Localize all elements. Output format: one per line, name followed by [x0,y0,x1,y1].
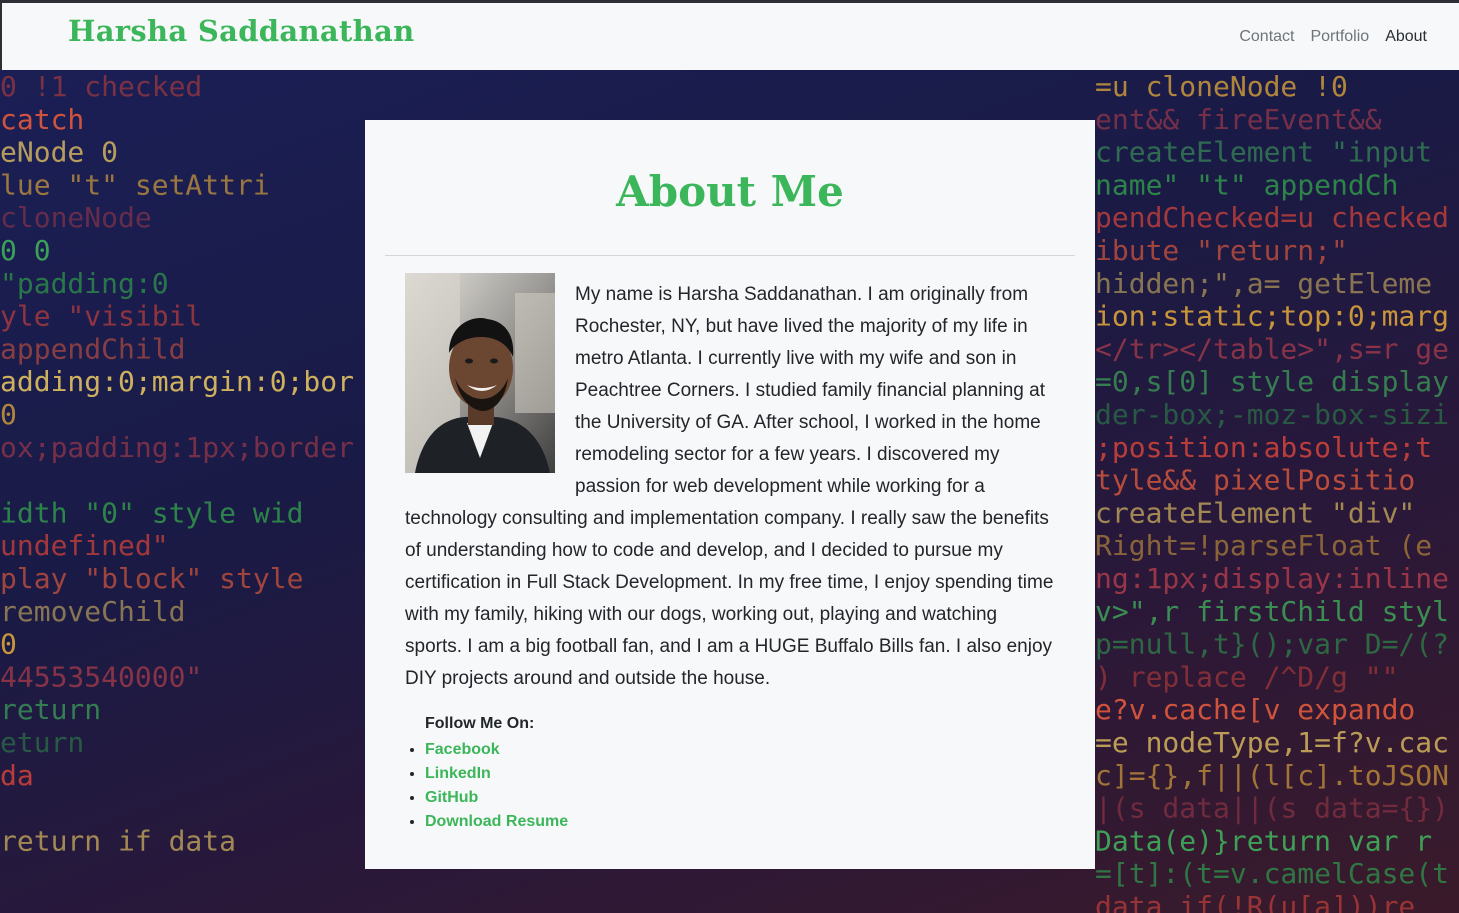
code-background-line: eturn [0,726,84,759]
code-background-line: =e nodeType,1=f?v.cac [1095,726,1449,759]
code-background-line: ent&& fireEvent&& [1095,103,1382,136]
list-item: LinkedIn [425,762,568,786]
list-item: Download Resume [425,810,568,834]
title-divider [385,255,1075,256]
nav-links: Contact Portfolio About [1231,28,1435,46]
code-background-line: v>",r firstChild styl [1095,595,1449,628]
code-background-line: catch [0,103,84,136]
code-background-line: createElement "div" [1095,496,1415,529]
bio-paragraph: My name is Harsha Saddanathan. I am orig… [405,279,1055,695]
code-background-line: =[t]:(t=v.camelCase(t [1095,857,1449,890]
code-background-line: p=null,t}();var D=/(? [1095,628,1449,661]
code-background-line: ) replace /^D/g "" [1095,660,1398,693]
code-background-line: undefined" [0,529,169,562]
about-card: About Me My name is Harsha Saddanathan. … [365,120,1095,869]
code-background-line: idth "0" style wid [0,496,303,529]
code-background-line: hidden;",a= getEleme [1095,267,1432,300]
code-background-line: pendChecked=u checked [1095,201,1449,234]
code-background-line: </tr></table>",s=r ge [1095,332,1449,365]
code-background-line: appendChild [0,332,185,365]
linkedin-link[interactable]: LinkedIn [425,765,491,782]
code-background-line: =u cloneNode !0 [1095,70,1348,103]
code-background-line: Data(e)}return var r [1095,824,1432,857]
code-background-line: return [0,693,101,726]
code-background-line: yle "visibil [0,300,202,333]
code-background-line: =0,s[0] style display [1095,365,1449,398]
code-background-line: ox;padding:1px;border [0,431,354,464]
code-background-line: ibute "return;" [1095,234,1348,267]
code-background-line: 0 0 [0,234,51,267]
code-background-line: ng:1px;display:inline [1095,562,1449,595]
code-background-line: der-box;-moz-box-sizi [1095,398,1449,431]
nav-portfolio-link[interactable]: Portfolio [1302,28,1377,46]
photo-spacer [405,279,575,497]
facebook-link[interactable]: Facebook [425,741,500,758]
code-background-line: play "block" style [0,562,303,595]
code-background-line: 0 !1 checked [0,70,202,103]
follow-title: Follow Me On: [425,715,535,732]
code-background-line: 0 [0,398,17,431]
github-link[interactable]: GitHub [425,789,478,806]
code-background-line: Right=!parseFloat (e [1095,529,1432,562]
code-background-line: ;position:absolute;t [1095,431,1432,464]
code-background-line: name" "t" appendCh [1095,168,1398,201]
code-background-line: lue "t" setAttri [0,168,270,201]
code-background-line: tyle&& pixelPositio [1095,464,1415,497]
code-background-line: adding:0;margin:0;bor [0,365,354,398]
code-background-line: ion:static;top:0;marg [1095,300,1449,333]
code-background-line: "padding:0 [0,267,169,300]
download-resume-link[interactable]: Download Resume [425,813,568,830]
page-title: About Me [616,167,844,216]
social-links-list: Facebook LinkedIn GitHub Download Resume [405,738,568,834]
nav-contact-link[interactable]: Contact [1231,28,1302,46]
code-background-line: return if data [0,824,236,857]
code-background-line: da [0,759,34,792]
list-item: GitHub [425,786,568,810]
brand-logo[interactable]: Harsha Saddanathan [68,14,414,48]
code-background-line: |(s data||(s data={}) [1095,792,1449,825]
code-background-line: eNode 0 [0,136,118,169]
code-background-line: createElement "input [1095,136,1432,169]
code-background-line: removeChild [0,595,185,628]
code-background-line: data if(!R(u[a]))re [1095,890,1415,913]
code-background-line: c]={},f||(l[c].toJSON [1095,759,1449,792]
code-background-line: cloneNode [0,201,152,234]
list-item: Facebook [425,738,568,762]
code-background-line: 0 [0,628,17,661]
code-background-line: 44553540000" [0,660,202,693]
nav-about-link[interactable]: About [1377,28,1435,46]
code-background-line: e?v.cache[v expando [1095,693,1415,726]
navbar: Harsha Saddanathan Contact Portfolio Abo… [0,3,1459,70]
